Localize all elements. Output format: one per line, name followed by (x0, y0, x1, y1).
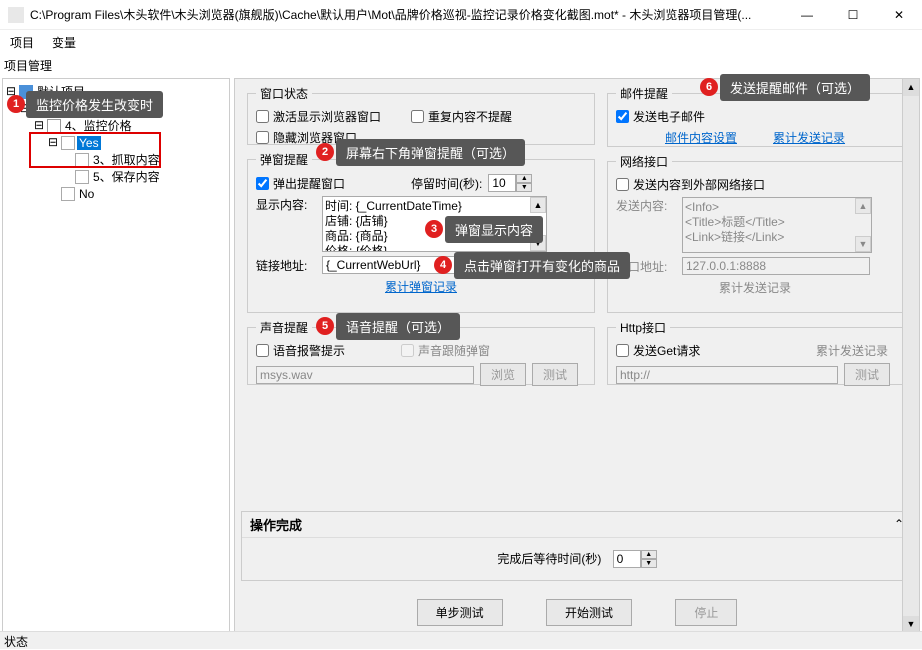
mail-enable-checkbox[interactable]: 发送电子邮件 (616, 108, 705, 125)
page-icon (75, 170, 89, 184)
spin-up-icon[interactable]: ▲ (516, 174, 532, 183)
complete-panel: 操作完成 ⌃ 完成后等待时间(秒) ▲▼ (241, 511, 913, 581)
page-icon (61, 187, 75, 201)
browse-button[interactable]: 浏览 (480, 363, 526, 386)
callout-3: 弹窗显示内容 (445, 216, 543, 243)
http-legend: Http接口 (616, 319, 670, 336)
wait-label: 完成后等待时间(秒) (497, 552, 601, 566)
network-legend: 网络接口 (616, 153, 672, 170)
sound-file-input[interactable] (256, 366, 474, 384)
popup-enable-checkbox[interactable]: 弹出提醒窗口 (256, 175, 345, 192)
minimize-button[interactable]: — (784, 0, 830, 30)
popup-history-link[interactable]: 累计弹窗记录 (385, 280, 457, 294)
callout-6: 发送提醒邮件（可选） (720, 74, 870, 101)
close-button[interactable]: ✕ (876, 0, 922, 30)
scroll-down-icon[interactable]: ▼ (855, 236, 871, 252)
badge-2: 2 (316, 143, 334, 161)
spin-down-icon[interactable]: ▼ (516, 183, 532, 192)
callout-1: 监控价格发生改变时 (26, 91, 163, 118)
spin-down-icon[interactable]: ▼ (641, 559, 657, 568)
sound-test-button[interactable]: 测试 (532, 363, 578, 386)
step-test-button[interactable]: 单步测试 (417, 599, 503, 626)
badge-5: 5 (316, 317, 334, 335)
highlight-box (29, 132, 161, 168)
badge-6: 6 (700, 78, 718, 96)
callout-5: 语音提醒（可选） (336, 313, 460, 340)
network-history-link: 累计发送记录 (719, 281, 791, 295)
scroll-up-icon[interactable]: ▲ (903, 79, 919, 96)
app-icon (8, 7, 24, 23)
activate-checkbox[interactable]: 激活显示浏览器窗口 (256, 108, 381, 125)
badge-3: 3 (425, 220, 443, 238)
status-text: 状态 (4, 635, 28, 649)
stay-time-label: 停留时间(秒): (411, 175, 482, 192)
stay-time-spinner[interactable]: ▲▼ (488, 174, 532, 192)
sidebar-title: 项目管理 (0, 55, 922, 76)
network-group: 网络接口 发送内容到外部网络接口 发送内容: <Info> <Title>标题<… (607, 153, 903, 313)
menu-bar: 项目 变量 (0, 30, 922, 55)
http-group: Http接口 发送Get请求 累计发送记录 测试 (607, 319, 903, 385)
mail-legend: 邮件提醒 (616, 85, 672, 102)
badge-4: 4 (434, 256, 452, 274)
http-test-button[interactable]: 测试 (844, 363, 890, 386)
content-label: 显示内容: (256, 196, 316, 213)
scroll-up-icon[interactable]: ▲ (530, 197, 546, 213)
http-enable-checkbox[interactable]: 发送Get请求 (616, 342, 700, 359)
http-url-input[interactable] (616, 366, 838, 384)
network-addr-input[interactable] (682, 257, 870, 275)
mail-settings-link[interactable]: 邮件内容设置 (665, 129, 737, 146)
status-bar: 状态 (0, 631, 922, 649)
window-state-group: 窗口状态 激活显示浏览器窗口 重复内容不提醒 隐藏浏览器窗口 (247, 85, 595, 145)
stop-button[interactable]: 停止 (675, 599, 737, 626)
network-content-label: 发送内容: (616, 197, 676, 214)
menu-variable[interactable]: 变量 (52, 34, 76, 51)
mail-history-link[interactable]: 累计发送记录 (773, 129, 845, 146)
scroll-up-icon[interactable]: ▲ (855, 198, 871, 214)
callout-2: 屏幕右下角弹窗提醒（可选） (336, 139, 525, 166)
network-content-textarea[interactable]: <Info> <Title>标题</Title> <Link>链接</Link>… (682, 197, 872, 253)
menu-project[interactable]: 项目 (10, 34, 34, 51)
tree-toggle-icon[interactable]: ⊟ (33, 118, 45, 133)
wait-spinner[interactable]: ▲▼ (613, 550, 657, 568)
tree-node-5[interactable]: 5、保存内容 (5, 168, 227, 185)
sound-legend: 声音提醒 (256, 319, 312, 336)
sound-follow-checkbox[interactable]: 声音跟随弹窗 (401, 342, 490, 359)
callout-4: 点击弹窗打开有变化的商品 (454, 252, 630, 279)
spin-up-icon[interactable]: ▲ (641, 550, 657, 559)
network-enable-checkbox[interactable]: 发送内容到外部网络接口 (616, 176, 765, 193)
http-history-link: 累计发送记录 (816, 342, 888, 359)
title-bar: C:\Program Files\木头软件\木头浏览器(旗舰版)\Cache\默… (0, 0, 922, 30)
vertical-scrollbar[interactable]: ▲ ▼ (902, 79, 919, 633)
window-state-legend: 窗口状态 (256, 85, 312, 102)
complete-title: 操作完成 (250, 515, 302, 534)
project-tree-panel: ⊟ 默认项目 ⊟ 1、打开网页 ⊟ 4、监控价格 ⊟ Yes (2, 78, 230, 634)
link-label: 链接地址: (256, 257, 316, 274)
start-test-button[interactable]: 开始测试 (546, 599, 632, 626)
no-repeat-checkbox[interactable]: 重复内容不提醒 (411, 108, 512, 125)
popup-legend: 弹窗提醒 (256, 151, 312, 168)
maximize-button[interactable]: ☐ (830, 0, 876, 30)
window-title: C:\Program Files\木头软件\木头浏览器(旗舰版)\Cache\默… (30, 6, 784, 23)
folder-icon (47, 119, 61, 133)
badge-1: 1 (7, 95, 25, 113)
tree-node-no[interactable]: No (5, 185, 227, 202)
sound-enable-checkbox[interactable]: 语音报警提示 (256, 342, 345, 359)
